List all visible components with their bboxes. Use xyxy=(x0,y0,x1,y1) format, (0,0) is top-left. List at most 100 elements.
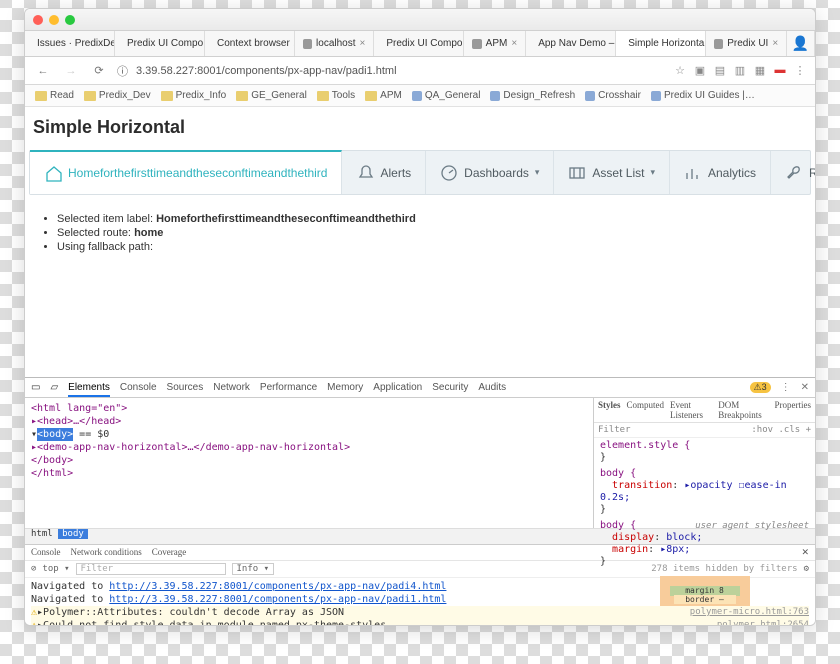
bookmark-item[interactable]: Predix UI Guides |… xyxy=(651,90,755,101)
browser-tab[interactable]: Predix UI× xyxy=(706,31,787,56)
nav-item-home[interactable]: Homeforthefirsttimeandtheseconftimeandth… xyxy=(30,150,342,194)
devtools-tab[interactable]: Sources xyxy=(167,382,204,393)
bookmark-label: QA_General xyxy=(425,90,481,101)
folder-icon xyxy=(236,91,248,101)
bookmark-item[interactable]: Tools xyxy=(317,90,355,101)
zoom-icon[interactable] xyxy=(65,15,75,25)
browser-tab[interactable]: Issues · PredixDe…× xyxy=(25,31,115,56)
dom-line[interactable]: </body> xyxy=(31,454,587,467)
profile-icon[interactable]: 👤 xyxy=(787,31,815,56)
filter-input[interactable]: Filter xyxy=(76,563,226,575)
inspect-icon[interactable]: ▭ xyxy=(31,382,40,393)
styles-tab[interactable]: Event Listeners xyxy=(670,400,712,420)
minimize-icon[interactable] xyxy=(49,15,59,25)
ext-icon[interactable]: ▤ xyxy=(713,64,727,77)
styles-tab[interactable]: DOM Breakpoints xyxy=(718,400,768,420)
favicon-icon xyxy=(303,39,312,49)
bookmark-item[interactable]: QA_General xyxy=(412,90,481,101)
warning-badge[interactable]: ⚠3 xyxy=(750,382,771,393)
tab-label: Issues · PredixDe… xyxy=(37,38,115,49)
devtools-tab[interactable]: Console xyxy=(120,382,157,393)
clear-icon[interactable]: ⊘ xyxy=(31,564,36,574)
console-line[interactable]: ⚠▸Could not find style data in module na… xyxy=(31,619,809,626)
nav-item-analytics[interactable]: Analytics xyxy=(670,151,771,194)
browser-tab[interactable]: Context browser …× xyxy=(205,31,295,56)
css-rule[interactable]: element.style {} xyxy=(594,438,815,466)
nav-item-asset[interactable]: Asset List▾ xyxy=(554,151,670,194)
bookmark-item[interactable]: Predix_Info xyxy=(161,90,227,101)
console-tab[interactable]: Console xyxy=(31,547,61,558)
devtools-tab[interactable]: Network xyxy=(213,382,250,393)
devtools-tab[interactable]: Security xyxy=(432,382,468,393)
toolbar-right: ☆ ▣ ▤ ▥ ▦ ▬ ⋮ xyxy=(673,64,807,77)
bookmark-item[interactable]: Crosshair xyxy=(585,90,641,101)
dom-line[interactable]: ▾<body> == $0 xyxy=(31,428,587,441)
gear-icon[interactable]: ⋮ xyxy=(781,382,791,393)
hov-toggle[interactable]: :hov .cls + xyxy=(751,425,811,435)
bookmark-item[interactable]: GE_General xyxy=(236,90,307,101)
devtools-tab[interactable]: Audits xyxy=(478,382,506,393)
styles-tab[interactable]: Styles xyxy=(598,400,621,420)
level-select[interactable]: Info ▾ xyxy=(232,563,275,575)
close-icon[interactable]: × xyxy=(511,38,517,49)
devtools-tab[interactable]: Elements xyxy=(68,382,110,397)
dom-line[interactable]: </html> xyxy=(31,467,587,480)
close-icon[interactable]: ✕ xyxy=(801,547,809,558)
menu-icon[interactable]: ⋮ xyxy=(793,64,807,77)
styles-tab[interactable]: Computed xyxy=(627,400,665,420)
back-button[interactable]: ← xyxy=(33,65,53,77)
device-icon[interactable]: ▱ xyxy=(50,382,58,393)
tab-label: Predix UI Compo… xyxy=(386,38,464,49)
dom-line[interactable]: <html lang="en"> xyxy=(31,402,587,415)
site-info-icon[interactable]: ⓘ xyxy=(117,63,128,79)
close-icon[interactable]: × xyxy=(772,38,778,49)
styles-tab[interactable]: Properties xyxy=(775,400,812,420)
nav-item-wrench[interactable]: Repair_Asset xyxy=(771,151,815,194)
devtools-tab[interactable]: Memory xyxy=(327,382,363,393)
context-select[interactable]: top ▾ xyxy=(42,564,69,574)
filter-input[interactable]: Filter xyxy=(598,425,631,435)
reload-button[interactable]: ⟳ xyxy=(89,64,109,77)
close-icon[interactable]: ✕ xyxy=(801,382,809,393)
ext-icon[interactable]: ▣ xyxy=(693,64,707,77)
chevron-down-icon: ▾ xyxy=(535,167,540,178)
bookmark-item[interactable]: Predix_Dev xyxy=(84,90,151,101)
favicon-icon xyxy=(714,39,723,49)
bookmark-item[interactable]: APM xyxy=(365,90,402,101)
css-rule[interactable]: body {… transition: ▸opacity ☐ease-in 0.… xyxy=(594,466,815,518)
console-line[interactable]: ⚠▸Polymer::Attributes: couldn't decode A… xyxy=(31,606,809,619)
gauge-icon xyxy=(440,164,458,182)
bookmark-item[interactable]: Read xyxy=(35,90,74,101)
tab-label: localhost xyxy=(316,38,355,49)
devtools-tab[interactable]: Application xyxy=(373,382,422,393)
ext-icon[interactable]: ▥ xyxy=(733,64,747,77)
home-icon xyxy=(44,164,62,182)
bookmark-label: Predix UI Guides |… xyxy=(664,90,755,101)
browser-tab[interactable]: Simple Horizontal× xyxy=(616,31,706,56)
browser-tab[interactable]: App Nav Demo – …× xyxy=(526,31,616,56)
browser-tab[interactable]: localhost × xyxy=(295,31,374,56)
nav-label: Repair_Asset xyxy=(809,166,815,180)
css-rule[interactable]: body {user agent stylesheet display: blo… xyxy=(594,518,815,570)
browser-tab[interactable]: APM× xyxy=(464,31,526,56)
close-icon[interactable] xyxy=(33,15,43,25)
url-field[interactable]: 3.39.58.227:8001/components/px-app-nav/p… xyxy=(136,65,665,77)
dom-line[interactable]: ▸<demo-app-nav-horizontal>…</demo-app-na… xyxy=(31,441,587,454)
console-tab[interactable]: Coverage xyxy=(152,547,186,558)
browser-tab[interactable]: Predix UI Compo…× xyxy=(115,31,205,56)
browser-tab[interactable]: Predix UI Compo…× xyxy=(374,31,464,56)
nav-item-bell[interactable]: Alerts xyxy=(342,151,426,194)
flag-icon[interactable]: ▬ xyxy=(773,64,787,77)
nav-item-gauge[interactable]: Dashboards▾ xyxy=(426,151,554,194)
gear-icon[interactable]: ⚙ xyxy=(804,564,809,574)
star-icon[interactable]: ☆ xyxy=(673,64,687,77)
bookmark-item[interactable]: Design_Refresh xyxy=(490,90,575,101)
forward-button[interactable]: → xyxy=(61,65,81,77)
console-tab[interactable]: Network conditions xyxy=(71,547,142,558)
dom-line[interactable]: ▸<head>…</head> xyxy=(31,415,587,428)
ext-icon[interactable]: ▦ xyxy=(753,64,767,77)
close-icon[interactable]: × xyxy=(360,38,366,49)
dom-tree[interactable]: <html lang="en"> ▸<head>…</head>▾<body> … xyxy=(25,398,593,528)
devtools-tab[interactable]: Performance xyxy=(260,382,317,393)
browser-window: Issues · PredixDe…×Predix UI Compo…×Cont… xyxy=(24,8,816,626)
